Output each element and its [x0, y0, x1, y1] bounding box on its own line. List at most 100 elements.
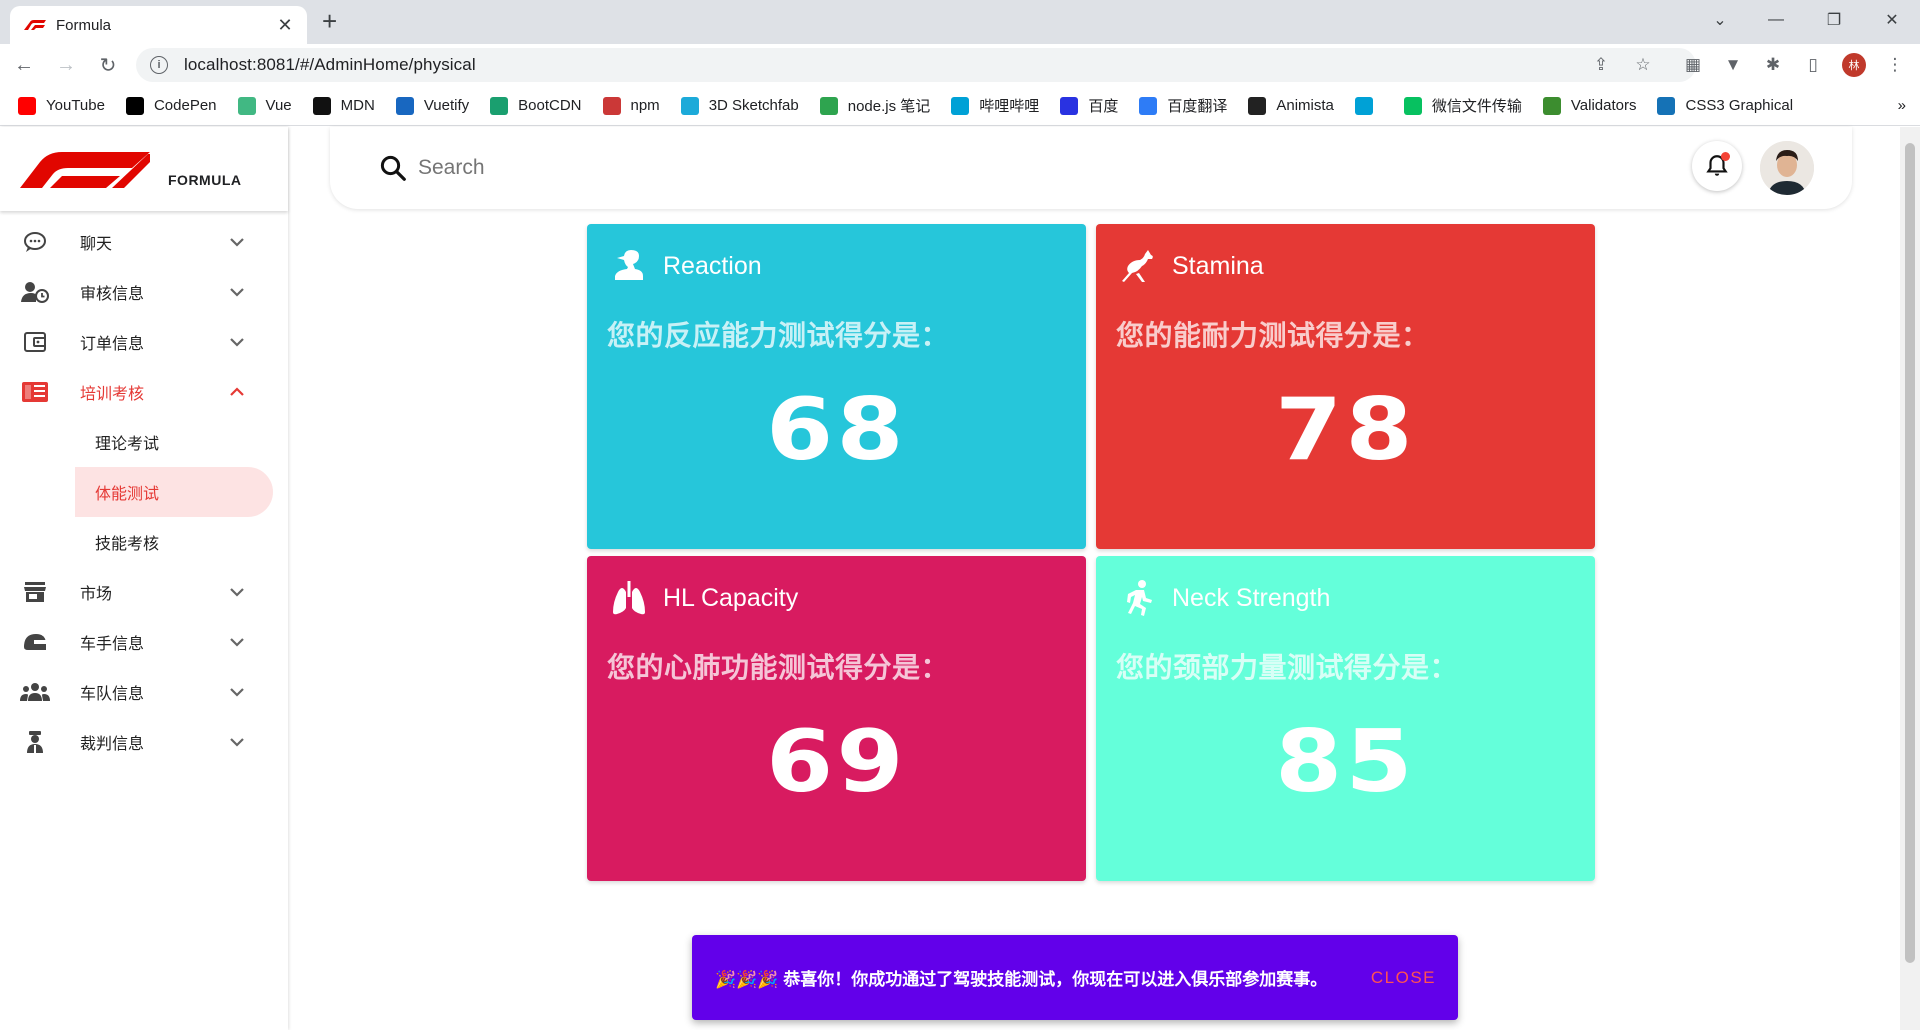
- chevron-up-icon: [226, 382, 248, 402]
- extension-grid-icon[interactable]: ▦: [1682, 54, 1704, 76]
- side-panel-icon[interactable]: ▯: [1802, 54, 1824, 76]
- bilibili-icon: [951, 96, 970, 115]
- vue-devtools-icon[interactable]: ▼: [1722, 54, 1744, 76]
- mdn-icon: [312, 96, 331, 115]
- bookmark-item[interactable]: Validators: [1542, 96, 1636, 115]
- user-avatar[interactable]: [1760, 141, 1814, 195]
- new-tab-icon[interactable]: +: [322, 8, 337, 34]
- bookmark-item[interactable]: 微信文件传输: [1403, 95, 1522, 116]
- minimize-icon[interactable]: —: [1748, 0, 1804, 40]
- bookmark-label: npm: [630, 97, 660, 114]
- reload-icon[interactable]: ↻: [90, 47, 126, 83]
- extensions-puzzle-icon[interactable]: ✱: [1762, 54, 1784, 76]
- bookmark-item[interactable]: Vue: [237, 96, 292, 115]
- bookmark-item[interactable]: 百度: [1060, 95, 1118, 116]
- card-title: Stamina: [1172, 251, 1264, 280]
- card-title: Reaction: [663, 251, 762, 280]
- bookmark-label: 微信文件传输: [1431, 98, 1522, 115]
- bookmark-star-icon[interactable]: ☆: [1632, 54, 1654, 76]
- chevron-down-icon: [226, 582, 248, 602]
- address-bar[interactable]: i localhost:8081/#/AdminHome/physical: [136, 48, 1696, 82]
- sidebar-item-label: 市场: [80, 586, 113, 603]
- restore-icon[interactable]: ❐: [1806, 0, 1862, 40]
- tab-search-icon[interactable]: ⌄: [1692, 0, 1748, 40]
- card-description: 您的心肺功能测试得分是：: [607, 652, 950, 683]
- sidebar-item-label: 裁判信息: [80, 736, 145, 753]
- bookmark-item[interactable]: BootCDN: [490, 96, 582, 115]
- brand-name: FORMULA: [168, 172, 242, 188]
- sidebar-subitem[interactable]: 技能考核: [0, 517, 288, 567]
- card-score: 78: [1275, 380, 1416, 480]
- bookmark-item[interactable]: npm: [602, 96, 660, 115]
- animista-icon: [1248, 96, 1267, 115]
- store-icon: [20, 580, 50, 604]
- tab-title: Formula: [56, 16, 112, 34]
- sidebar-item-store[interactable]: 市场: [0, 567, 288, 617]
- npm-icon: [602, 96, 621, 115]
- sidebar-item-chat[interactable]: 聊天: [0, 217, 288, 267]
- css3-icon: [1657, 96, 1676, 115]
- card-header: HL Capacity: [609, 578, 798, 618]
- score-card: HL Capacity 您的心肺功能测试得分是： 69: [587, 556, 1086, 881]
- notifications-button[interactable]: [1692, 141, 1742, 191]
- sidebar-item-referee[interactable]: 裁判信息: [0, 717, 288, 767]
- bookmark-item[interactable]: 哔哩哔哩: [951, 95, 1039, 116]
- f1-favicon-icon: [24, 20, 46, 30]
- bookmark-item[interactable]: CSS3 Graphical: [1657, 96, 1793, 115]
- bilibili-icon: [1354, 96, 1373, 115]
- score-card: Neck Strength 您的颈部力量测试得分是： 85: [1096, 556, 1595, 881]
- sidebar-subitem[interactable]: 理论考试: [0, 417, 288, 467]
- f1-logo-icon: [20, 152, 150, 188]
- bookmark-item[interactable]: YouTube: [18, 96, 105, 115]
- sidebar-item-team[interactable]: 车队信息: [0, 667, 288, 717]
- bookmark-item[interactable]: [1354, 96, 1383, 115]
- vue-icon: [237, 96, 256, 115]
- success-snackbar: 🎉🎉🎉 恭喜你！你成功通过了驾驶技能测试，你现在可以进入俱乐部参加赛事。 CLO…: [692, 935, 1458, 1020]
- snackbar-close-button[interactable]: CLOSE: [1371, 968, 1436, 988]
- sidebar: FORMULA 聊天审核信息订单信息培训考核理论考试 体能测试 技能考核市场车手信息…: [0, 127, 288, 1030]
- bookmark-item[interactable]: CodePen: [125, 96, 217, 115]
- snackbar-message: 🎉🎉🎉 恭喜你！你成功通过了驾驶技能测试，你现在可以进入俱乐部参加赛事。: [715, 970, 1328, 989]
- sidebar-item-user-clock[interactable]: 审核信息: [0, 267, 288, 317]
- bookmark-item[interactable]: node.js 笔记: [819, 95, 930, 116]
- close-window-icon[interactable]: ✕: [1864, 0, 1920, 40]
- sidebar-item-label: 车队信息: [80, 686, 145, 703]
- sidebar-item-helmet[interactable]: 车手信息: [0, 617, 288, 667]
- forward-icon[interactable]: →: [48, 47, 84, 83]
- referee-icon: [20, 730, 50, 754]
- bootcdn-icon: [490, 96, 509, 115]
- search-input[interactable]: [418, 156, 818, 180]
- bookmark-label: Vue: [265, 97, 292, 114]
- back-icon[interactable]: ←: [6, 47, 42, 83]
- bookmark-item[interactable]: Vuetify: [395, 96, 469, 115]
- bookmarks-overflow-icon[interactable]: »: [1898, 97, 1906, 114]
- page-scrollbar[interactable]: [1900, 127, 1920, 1030]
- sidebar-item-label: 车手信息: [80, 636, 145, 653]
- sidebar-item-wallet[interactable]: 订单信息: [0, 317, 288, 367]
- card-title: HL Capacity: [663, 583, 799, 612]
- scrollbar-thumb[interactable]: [1905, 143, 1915, 963]
- chevron-down-icon: [226, 682, 248, 702]
- site-info-icon[interactable]: i: [150, 56, 168, 74]
- brand-logo[interactable]: FORMULA: [0, 127, 288, 211]
- sidebar-item-label: 培训考核: [80, 386, 145, 403]
- sidebar-subitem[interactable]: 体能测试: [75, 467, 273, 517]
- menu-kebab-icon[interactable]: ⋮: [1884, 54, 1906, 76]
- bookmark-item[interactable]: Animista: [1248, 96, 1334, 115]
- share-icon[interactable]: ⇪: [1590, 54, 1612, 76]
- chevron-down-icon: [226, 632, 248, 652]
- bookmark-label: BootCDN: [518, 97, 582, 114]
- bookmark-item[interactable]: 3D Sketchfab: [680, 96, 799, 115]
- close-tab-icon[interactable]: ✕: [275, 15, 295, 36]
- chevron-down-icon: [226, 282, 248, 302]
- sidebar-item-label: 聊天: [80, 236, 113, 253]
- search-icon[interactable]: [378, 153, 408, 183]
- sidebar-item-training[interactable]: 培训考核: [0, 367, 288, 417]
- bookmark-item[interactable]: MDN: [312, 96, 375, 115]
- card-title: Neck Strength: [1172, 583, 1331, 612]
- node-icon: [819, 96, 838, 115]
- browser-tab[interactable]: Formula ✕: [10, 6, 307, 44]
- profile-avatar[interactable]: 林: [1842, 53, 1866, 77]
- bookmark-item[interactable]: 百度翻译: [1139, 95, 1227, 116]
- sidebar-item-label: 订单信息: [80, 336, 145, 353]
